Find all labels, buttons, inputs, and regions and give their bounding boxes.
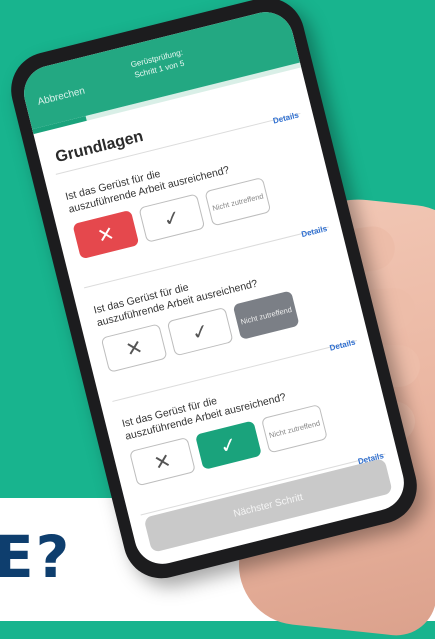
no-button[interactable]: ✕	[100, 323, 168, 373]
step-title-line1: Gerüstprüfung:	[129, 47, 184, 70]
yes-button[interactable]: ✓	[138, 193, 206, 243]
headline-text: E?	[0, 523, 72, 591]
step-title-line2: Schritt 1 von 5	[133, 58, 186, 80]
no-button[interactable]: ✕	[129, 436, 196, 487]
details-link[interactable]: Details	[329, 338, 357, 353]
not-applicable-button[interactable]: Nicht zutreffend	[232, 290, 300, 340]
details-link[interactable]: Details	[272, 111, 300, 126]
app-screen: Abbrechen Gerüstprüfung: Schritt 1 von 5…	[18, 6, 410, 570]
step-title: Gerüstprüfung: Schritt 1 von 5	[22, 20, 295, 108]
details-link[interactable]: Details	[300, 224, 328, 239]
yes-button[interactable]: ✓	[166, 306, 234, 357]
not-applicable-button[interactable]: Nicht zutreffend	[204, 176, 272, 227]
yes-button[interactable]: ✓	[194, 420, 262, 470]
not-applicable-button[interactable]: Nicht zutreffend	[260, 403, 328, 454]
no-button[interactable]: ✕	[72, 209, 140, 260]
